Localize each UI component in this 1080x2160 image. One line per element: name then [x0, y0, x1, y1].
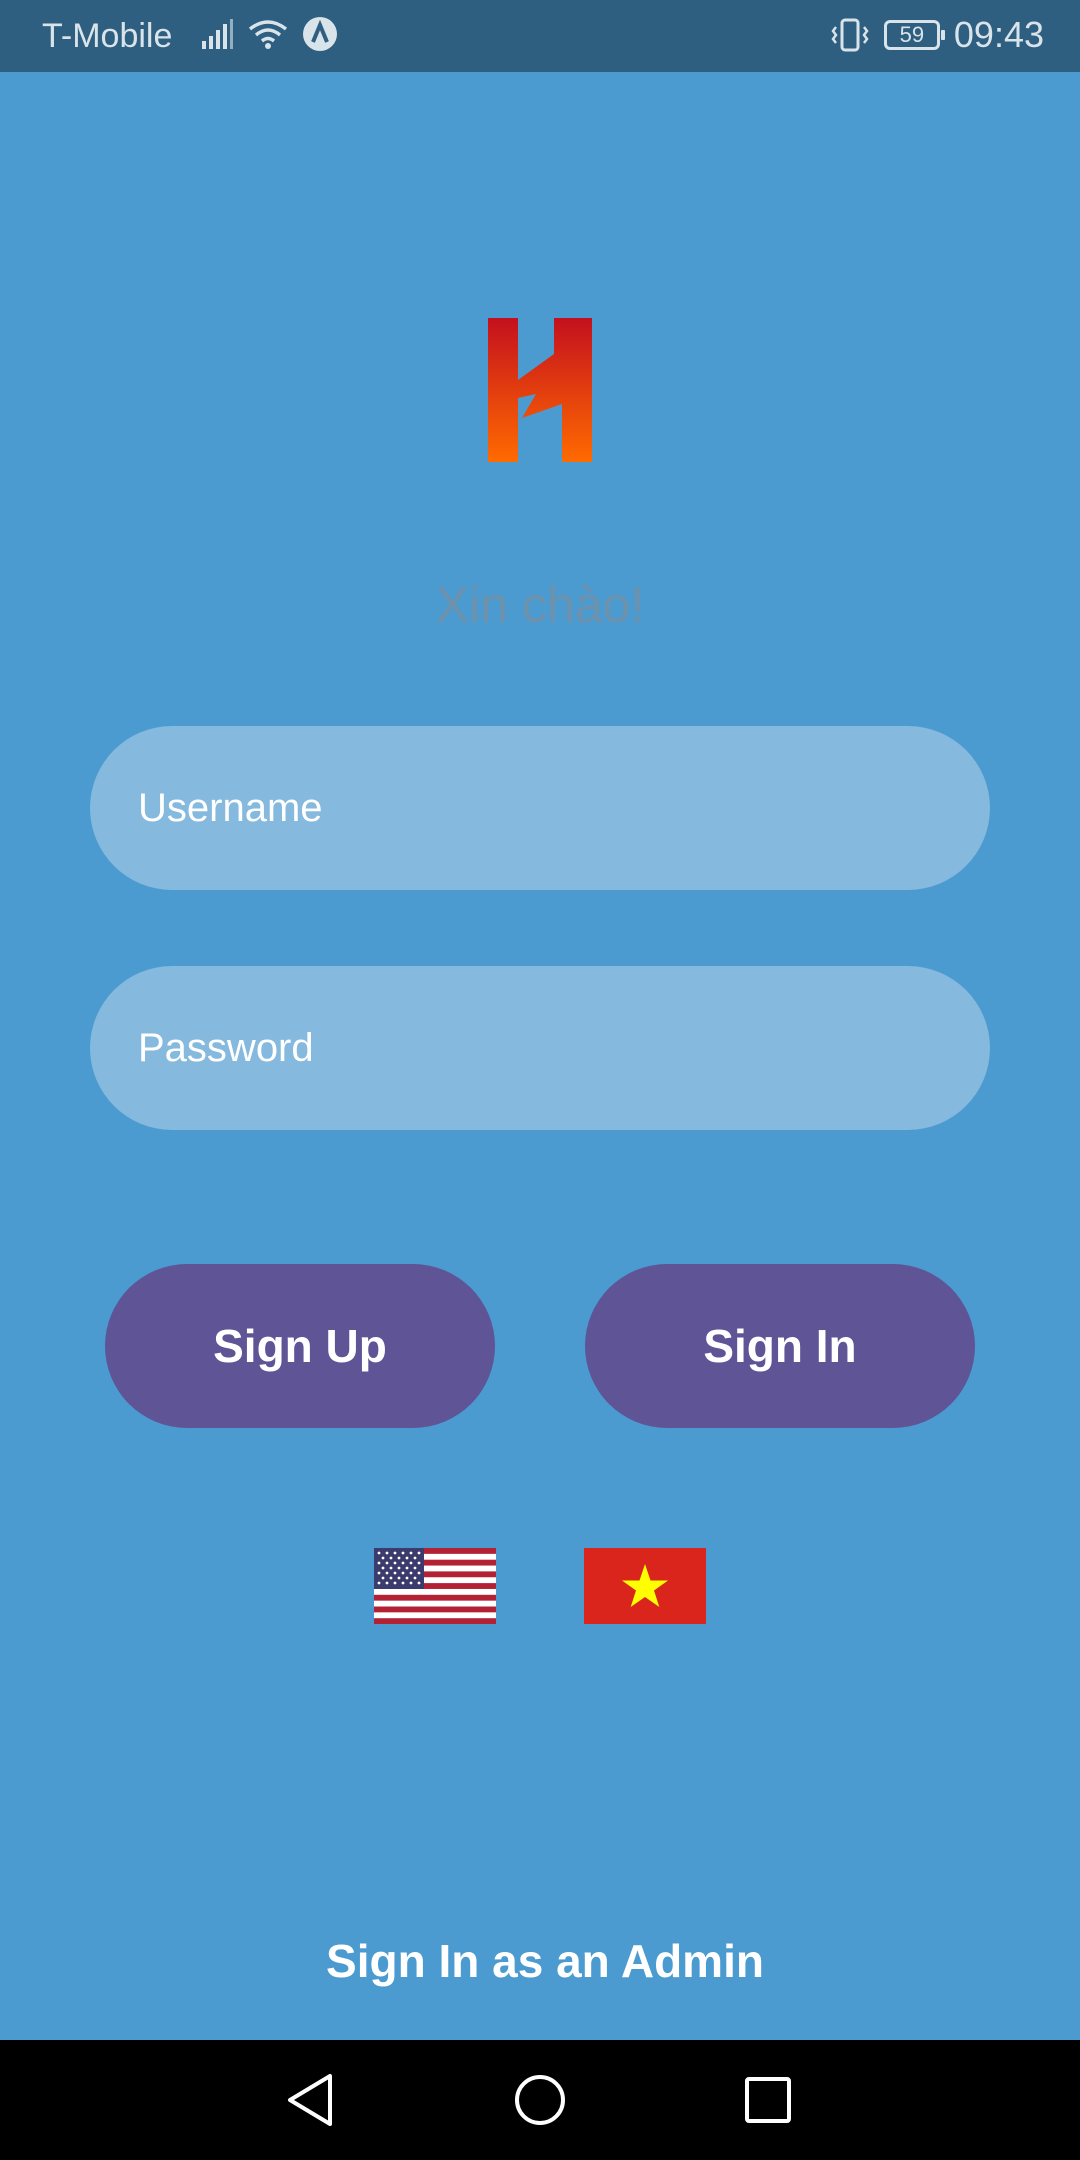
- vibrate-icon: [831, 18, 869, 52]
- us-flag-icon[interactable]: [374, 1548, 496, 1624]
- greeting-text: Xin chào!: [435, 577, 645, 633]
- clock: 09:43: [953, 14, 1044, 55]
- sign-up-button[interactable]: Sign Up: [105, 1264, 495, 1428]
- home-icon[interactable]: [510, 2070, 570, 2130]
- battery-level: 59: [899, 22, 925, 47]
- signal-icon: [202, 19, 233, 49]
- status-icons-right: 59 09:43: [830, 14, 1044, 56]
- vietnam-flag-icon[interactable]: [584, 1548, 706, 1624]
- app-notification-icon: [303, 17, 337, 51]
- username-input[interactable]: [90, 726, 990, 890]
- wifi-icon: [248, 20, 288, 49]
- battery-icon: 59: [883, 20, 945, 50]
- sign-in-button[interactable]: Sign In: [585, 1264, 975, 1428]
- app-logo: [488, 318, 592, 462]
- sign-in-label: Sign In: [703, 1320, 857, 1372]
- back-icon[interactable]: [280, 2070, 340, 2130]
- status-icons-left: [200, 16, 338, 52]
- login-screen: T-Mobile 59 09:43 Xin chào! Username Sig…: [0, 0, 1080, 2160]
- navigation-bar: [0, 2040, 1080, 2160]
- admin-sign-in-link[interactable]: Sign In as an Admin: [0, 1934, 1080, 1988]
- status-bar: T-Mobile 59 09:43: [0, 0, 1080, 72]
- sign-up-label: Sign Up: [213, 1320, 387, 1372]
- recent-apps-icon[interactable]: [738, 2070, 798, 2130]
- password-input[interactable]: [90, 966, 990, 1130]
- carrier-name: T-Mobile: [42, 17, 173, 55]
